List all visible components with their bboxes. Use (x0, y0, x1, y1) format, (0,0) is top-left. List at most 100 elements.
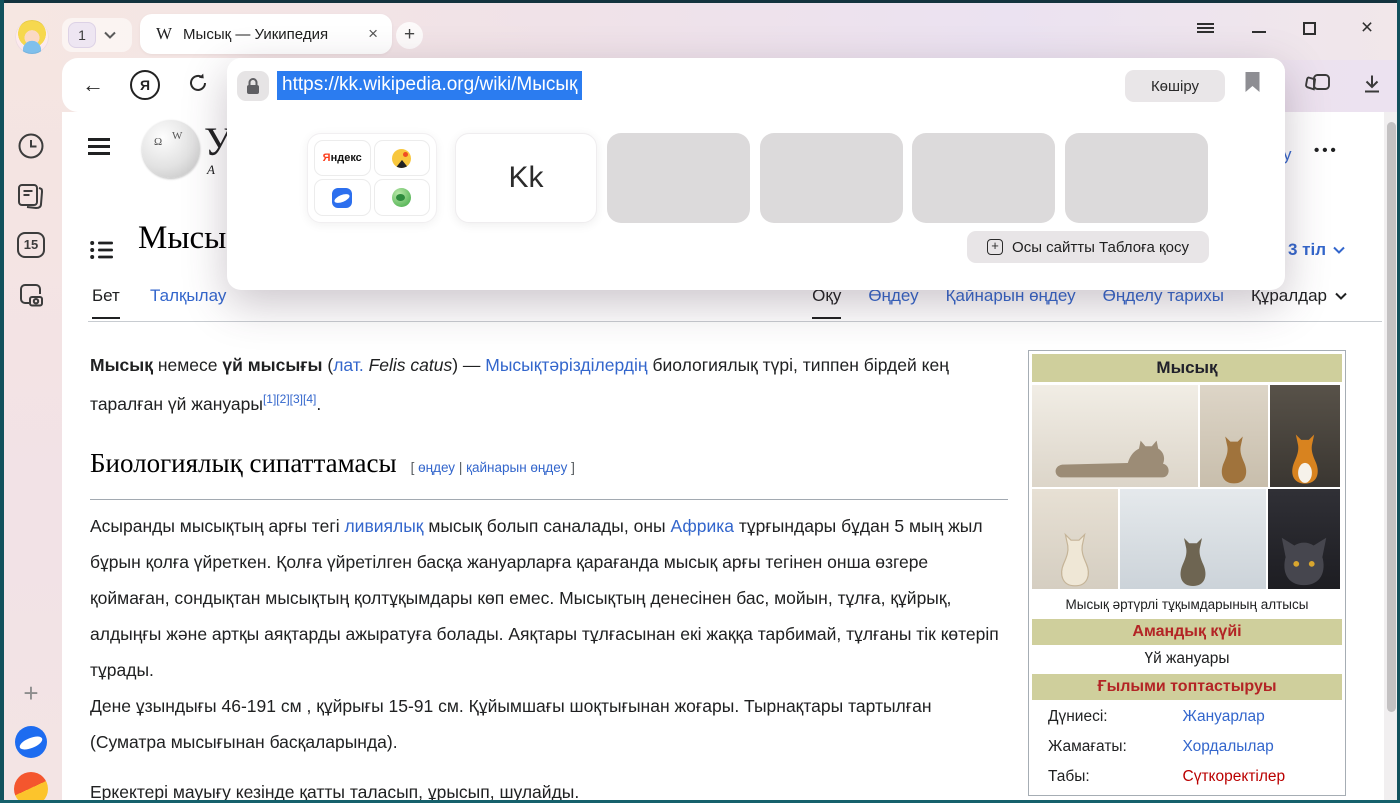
close-window-button[interactable]: × (1354, 15, 1380, 41)
taxonomy-header: Ғылыми топтастыруы (1032, 674, 1342, 700)
tab-title: Мысық — Уикипедия (183, 26, 366, 43)
empty-tablo-tile[interactable] (607, 133, 750, 223)
chevron-down-icon (1335, 292, 1347, 300)
yandex-logo-letter: Я (323, 152, 331, 164)
browser-tab[interactable]: W Мысық — Уикипедия × (140, 14, 392, 54)
cat-photo-snow-tabby[interactable] (1120, 489, 1266, 589)
new-tab-button[interactable]: + (396, 22, 423, 49)
empty-tablo-tile[interactable] (760, 133, 903, 223)
edit-source-link[interactable]: қайнарын өңдеу (466, 460, 567, 475)
table-row: Жамағаты: Хордалылар (1032, 732, 1342, 762)
maximize-button[interactable] (1296, 15, 1322, 41)
link-africa[interactable]: Африка (670, 516, 734, 536)
tab-close-icon[interactable]: × (366, 24, 380, 44)
history-icon[interactable] (17, 132, 45, 160)
browser-sidebar: 15 + ••• (0, 60, 62, 803)
intro-bold: Мысық (90, 355, 153, 375)
add-to-tablo-button[interactable]: + Осы сайтты Таблоға қосу (967, 231, 1209, 263)
copy-url-button[interactable]: Көшіру (1125, 70, 1225, 102)
link-chordata[interactable]: Хордалылар (1183, 738, 1274, 755)
yandex-mail-icon[interactable] (14, 772, 48, 803)
refresh-icon[interactable] (186, 71, 210, 100)
empty-tablo-tile[interactable] (1065, 133, 1208, 223)
scrollbar-thumb[interactable] (1387, 122, 1396, 712)
profile-avatar[interactable] (15, 20, 49, 54)
kk-wikipedia-tile[interactable]: Kk (455, 133, 597, 223)
edit-link[interactable]: өңдеу (418, 460, 455, 475)
sidebar-add-icon[interactable]: + (23, 678, 38, 709)
screenshot-icon[interactable] (16, 280, 46, 310)
yandex-disk-icon[interactable] (15, 726, 47, 758)
browser-menu-button[interactable] (1192, 15, 1218, 41)
yandex-green-shortcut[interactable] (374, 179, 431, 216)
reference-links[interactable]: [1][2][3][4] (263, 392, 316, 406)
section-title: Биологиялық сипаттамасы (90, 448, 397, 479)
yandex-home-button[interactable]: Я (130, 70, 160, 100)
yandex-services-tile[interactable]: Яндекс (307, 133, 437, 223)
section-divider (90, 499, 1008, 500)
header-more-icon[interactable]: ••• (1314, 142, 1339, 159)
status-value: Үй жануары (1032, 645, 1342, 674)
images-icon (392, 149, 411, 168)
add-icon: + (987, 239, 1003, 255)
table-row: Дүниесі: Жануарлар (1032, 702, 1342, 732)
empty-tablo-tile[interactable] (912, 133, 1055, 223)
address-bar-dropdown: https://kk.wikipedia.org/wiki/Мысық Көші… (227, 58, 1285, 290)
link-libyan-cat[interactable]: ливиялық (344, 516, 423, 536)
collections-icon[interactable] (1304, 71, 1332, 102)
table-row: Табы: Сүткоректілер (1032, 762, 1342, 792)
tab-discussion[interactable]: Талқылау (150, 286, 226, 306)
section-heading: Биологиялық сипаттамасы [ өңдеу | қайнар… (90, 448, 575, 479)
infobox-caption: Мысық әртүрлі тұқымдарының алтысы (1032, 591, 1342, 619)
cat-photo-orange-white[interactable] (1270, 385, 1340, 487)
bookmark-flag-icon[interactable] (1244, 71, 1261, 98)
tab-row-divider (88, 321, 1382, 322)
infobox-title: Мысық (1032, 354, 1342, 382)
body-paragraph: Асыранды мысықтың арғы тегі ливиялық мыс… (90, 508, 1008, 688)
yandex-images-shortcut[interactable] (374, 140, 431, 176)
language-count-label[interactable]: 3 тіл (1288, 240, 1326, 260)
chevron-down-icon (1333, 246, 1345, 254)
cat-photo-abyssinian[interactable] (1200, 385, 1268, 487)
wikipedia-logo[interactable]: Ω W (142, 120, 200, 178)
calendar-badge[interactable]: 15 (17, 232, 45, 258)
disk-icon (332, 188, 352, 208)
add-to-tablo-label: Осы сайтты Таблоға қосу (1012, 239, 1189, 256)
taxonomy-label: Табы: (1032, 762, 1177, 792)
downloads-icon[interactable] (1360, 72, 1384, 101)
cat-photo-tabby-lying[interactable] (1032, 385, 1198, 487)
secure-connection-chip[interactable] (237, 71, 269, 101)
taxonomy-label: Жамағаты: (1032, 732, 1177, 762)
browser-top-bar: 1 W Мысық — Уикипедия × + × (0, 0, 1400, 60)
link-animalia[interactable]: Жануарлар (1183, 708, 1265, 725)
yandex-search-shortcut[interactable]: Яндекс (314, 140, 371, 176)
green-service-icon (392, 188, 411, 207)
logo-glyph: Ω (154, 136, 162, 148)
body-paragraph: Дене ұзындығы 46-191 см , құйрығы 15-91 … (90, 688, 1008, 760)
chevron-down-icon (104, 31, 116, 39)
notes-icon[interactable] (16, 182, 46, 210)
minimize-button[interactable] (1246, 15, 1272, 41)
cat-photo-siamese[interactable] (1032, 489, 1118, 589)
back-button[interactable]: ← (82, 72, 104, 98)
yandex-disk-shortcut[interactable] (314, 179, 371, 216)
link-latin[interactable]: лат. (333, 355, 364, 375)
taxonomy-label: Дүниесі: (1032, 702, 1177, 732)
link-felidae[interactable]: Мысықтәрізділердің (485, 355, 647, 375)
url-input[interactable]: https://kk.wikipedia.org/wiki/Мысық (277, 71, 582, 100)
status-header: Амандық күйі (1032, 619, 1342, 645)
link-mammalia[interactable]: Сүткоректілер (1183, 768, 1286, 785)
tab-group-pill[interactable]: 1 (62, 18, 132, 52)
species-name: Felis catus (369, 355, 453, 375)
tab-page[interactable]: Бет (92, 286, 120, 306)
intro-paragraph: Мысық немесе үй мысығы (лат. Felis catus… (90, 348, 1008, 421)
cat-photo-gray-face[interactable] (1268, 489, 1340, 589)
language-selector[interactable]: 3 тіл (1288, 240, 1345, 260)
contents-icon[interactable] (90, 240, 114, 265)
cat-photo-grid (1032, 385, 1342, 589)
wiki-menu-icon[interactable] (88, 138, 110, 159)
wikipedia-favicon: W (156, 24, 172, 44)
tab-count-badge[interactable]: 1 (68, 22, 96, 48)
taxonomy-table: Дүниесі: Жануарлар Жамағаты: Хордалылар … (1032, 702, 1342, 792)
species-infobox: Мысық (1028, 350, 1346, 796)
